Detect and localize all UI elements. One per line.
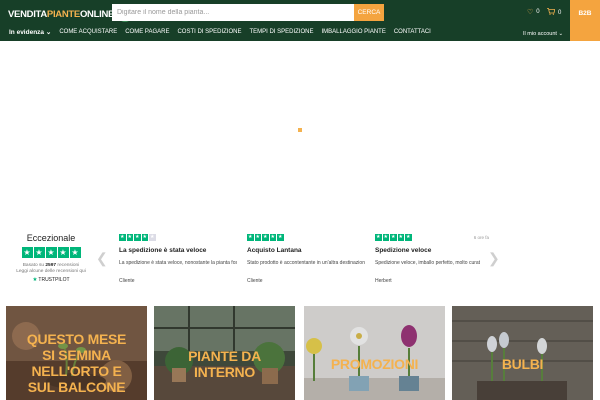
review-author: Cliente: [119, 277, 135, 284]
wishlist-link[interactable]: ♡ 0: [527, 8, 540, 16]
site-header: VENDITAPIANTEONLINE IT CERCA ♡ 0 0 B2B I…: [0, 0, 600, 41]
nav-tempi-spedizione[interactable]: TEMPI DI SPEDIZIONE: [249, 29, 313, 35]
nav-costi-spedizione[interactable]: COSTI DI SPEDIZIONE: [177, 29, 241, 35]
tile-label: PIANTE DA INTERNO: [188, 348, 261, 380]
star-icon: ★: [149, 234, 156, 241]
star-icon: ★: [57, 247, 69, 258]
wishlist-count: 0: [536, 9, 540, 15]
star-icon: ★: [277, 234, 284, 241]
review-card[interactable]: ★ ★ ★ ★ ★ 6 ore fa Spedizione veloce Spedizi…: [375, 234, 493, 284]
reviews-prev-arrow[interactable]: ❮: [96, 250, 108, 267]
review-card[interactable]: ★ ★ ★ ★ ★ La spedizione è stata veloce La sp…: [119, 234, 237, 284]
review-title: Acquisto Lantana: [247, 246, 302, 254]
rating-read-link[interactable]: Leggi alcune delle recensioni qui: [8, 269, 94, 274]
main-nav: In evidenza ⌄ COME ACQUISTARE COME PAGAR…: [0, 22, 431, 41]
review-stars: ★ ★ ★ ★ ★: [247, 234, 365, 241]
review-body: Spedizione veloce, imballo perfetto, mol…: [375, 259, 481, 266]
star-icon: ★: [141, 234, 148, 241]
rating-title: Eccezionale: [26, 233, 76, 243]
search-button[interactable]: CERCA: [354, 4, 384, 21]
rating-based-on: Basato su 2597 recensioni: [22, 263, 80, 268]
tile-label: BULBI: [501, 356, 544, 372]
category-tile-piante-interno[interactable]: PIANTE DA INTERNO: [154, 306, 295, 400]
trustpilot-logo: ★ TRUSTPILOT: [32, 277, 70, 283]
star-icon: ★: [254, 234, 261, 241]
star-icon: ★: [45, 247, 57, 258]
review-author: Cliente: [247, 277, 263, 284]
star-icon: ★: [134, 234, 141, 241]
category-tile-promozioni[interactable]: PROMOZIONI: [304, 306, 445, 400]
star-icon: ★: [69, 247, 81, 258]
star-icon: ★: [269, 234, 276, 241]
star-icon: ★: [382, 234, 389, 241]
nav-contattaci[interactable]: CONTATTACI: [394, 29, 431, 35]
review-title: Spedizione veloce: [375, 246, 432, 254]
cart-icon: [547, 8, 556, 17]
star-icon: ★: [119, 234, 126, 241]
cart-link[interactable]: 0: [547, 8, 561, 17]
tile-label: QUESTO MESE SI SEMINA NELL'ORTO E SUL BA…: [26, 331, 127, 395]
nav-in-evidenza[interactable]: In evidenza ⌄: [9, 28, 51, 36]
logo-text: VENDITAPIANTEONLINE: [8, 8, 115, 20]
star-icon: ★: [247, 234, 254, 241]
review-card[interactable]: ★ ★ ★ ★ ★ Acquisto Lantana Stato prodotto è …: [247, 234, 365, 284]
review-title: La spedizione è stata veloce: [119, 246, 207, 254]
search-bar: CERCA: [112, 4, 384, 21]
star-icon: ★: [390, 234, 397, 241]
b2b-button[interactable]: B2B: [570, 0, 600, 41]
search-input[interactable]: [112, 4, 354, 21]
star-icon: ★: [126, 234, 133, 241]
account-menu[interactable]: Il mio account ⌄: [523, 31, 563, 37]
star-icon: ★: [397, 234, 404, 241]
review-stars: ★ ★ ★ ★ ★: [119, 234, 237, 241]
review-body: Stato prodotto è accontentante in un'alt…: [247, 259, 365, 266]
heart-icon: ♡: [527, 9, 534, 16]
star-icon: ★: [33, 247, 45, 258]
cart-count: 0: [558, 9, 562, 16]
star-icon: ★: [375, 234, 382, 241]
loading-indicator: [298, 128, 302, 132]
nav-come-pagare[interactable]: COME PAGARE: [125, 29, 169, 35]
nav-come-acquistare[interactable]: COME ACQUISTARE: [59, 29, 117, 35]
review-time: 6 ore fa: [473, 235, 489, 240]
review-body: La spedizione è stata veloce, nonostante…: [119, 259, 237, 266]
hero-banner-area: [0, 41, 600, 226]
star-icon: ★: [405, 234, 412, 241]
star-icon: ★: [262, 234, 269, 241]
category-tile-bulbi[interactable]: BULBI: [452, 306, 593, 400]
star-icon: ★: [21, 247, 33, 258]
review-author: Herbert: [375, 277, 392, 284]
trustpilot-summary[interactable]: Eccezionale ★ ★ ★ ★ ★ Basato su 2597 rec…: [8, 233, 94, 283]
chevron-down-icon: ⌄: [45, 28, 52, 36]
category-tile-semina[interactable]: QUESTO MESE SI SEMINA NELL'ORTO E SUL BA…: [6, 306, 147, 400]
trustpilot-star-icon: ★: [32, 277, 38, 283]
rating-stars: ★ ★ ★ ★ ★: [8, 247, 94, 258]
nav-imballaggio-piante[interactable]: IMBALLAGGIO PIANTE: [321, 29, 385, 35]
tile-label: PROMOZIONI: [330, 356, 419, 372]
chevron-down-icon: ⌄: [558, 31, 564, 37]
